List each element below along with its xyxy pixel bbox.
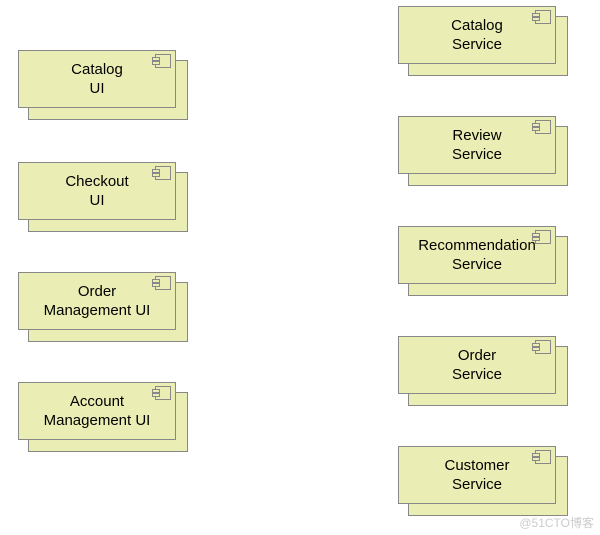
- component-label: OrderManagement UI: [44, 282, 151, 321]
- component-label: CheckoutUI: [65, 172, 128, 211]
- uml-component-icon: [535, 120, 551, 134]
- architecture-diagram: CatalogUI CheckoutUI OrderManagement UI …: [0, 0, 600, 535]
- uml-component-icon: [535, 230, 551, 244]
- component-label: ReviewService: [452, 126, 502, 165]
- uml-component-icon: [535, 340, 551, 354]
- component-label: OrderService: [452, 346, 502, 385]
- component-label: AccountManagement UI: [44, 392, 151, 431]
- component-label: RecommendationService: [418, 236, 536, 275]
- uml-component-icon: [535, 10, 551, 24]
- uml-component-icon: [155, 276, 171, 290]
- uml-component-icon: [155, 54, 171, 68]
- component-label: CatalogService: [451, 16, 503, 55]
- uml-component-icon: [155, 386, 171, 400]
- uml-component-icon: [155, 166, 171, 180]
- component-label: CatalogUI: [71, 60, 123, 99]
- component-label: CustomerService: [444, 456, 509, 495]
- watermark: @51CTO博客: [519, 514, 594, 531]
- uml-component-icon: [535, 450, 551, 464]
